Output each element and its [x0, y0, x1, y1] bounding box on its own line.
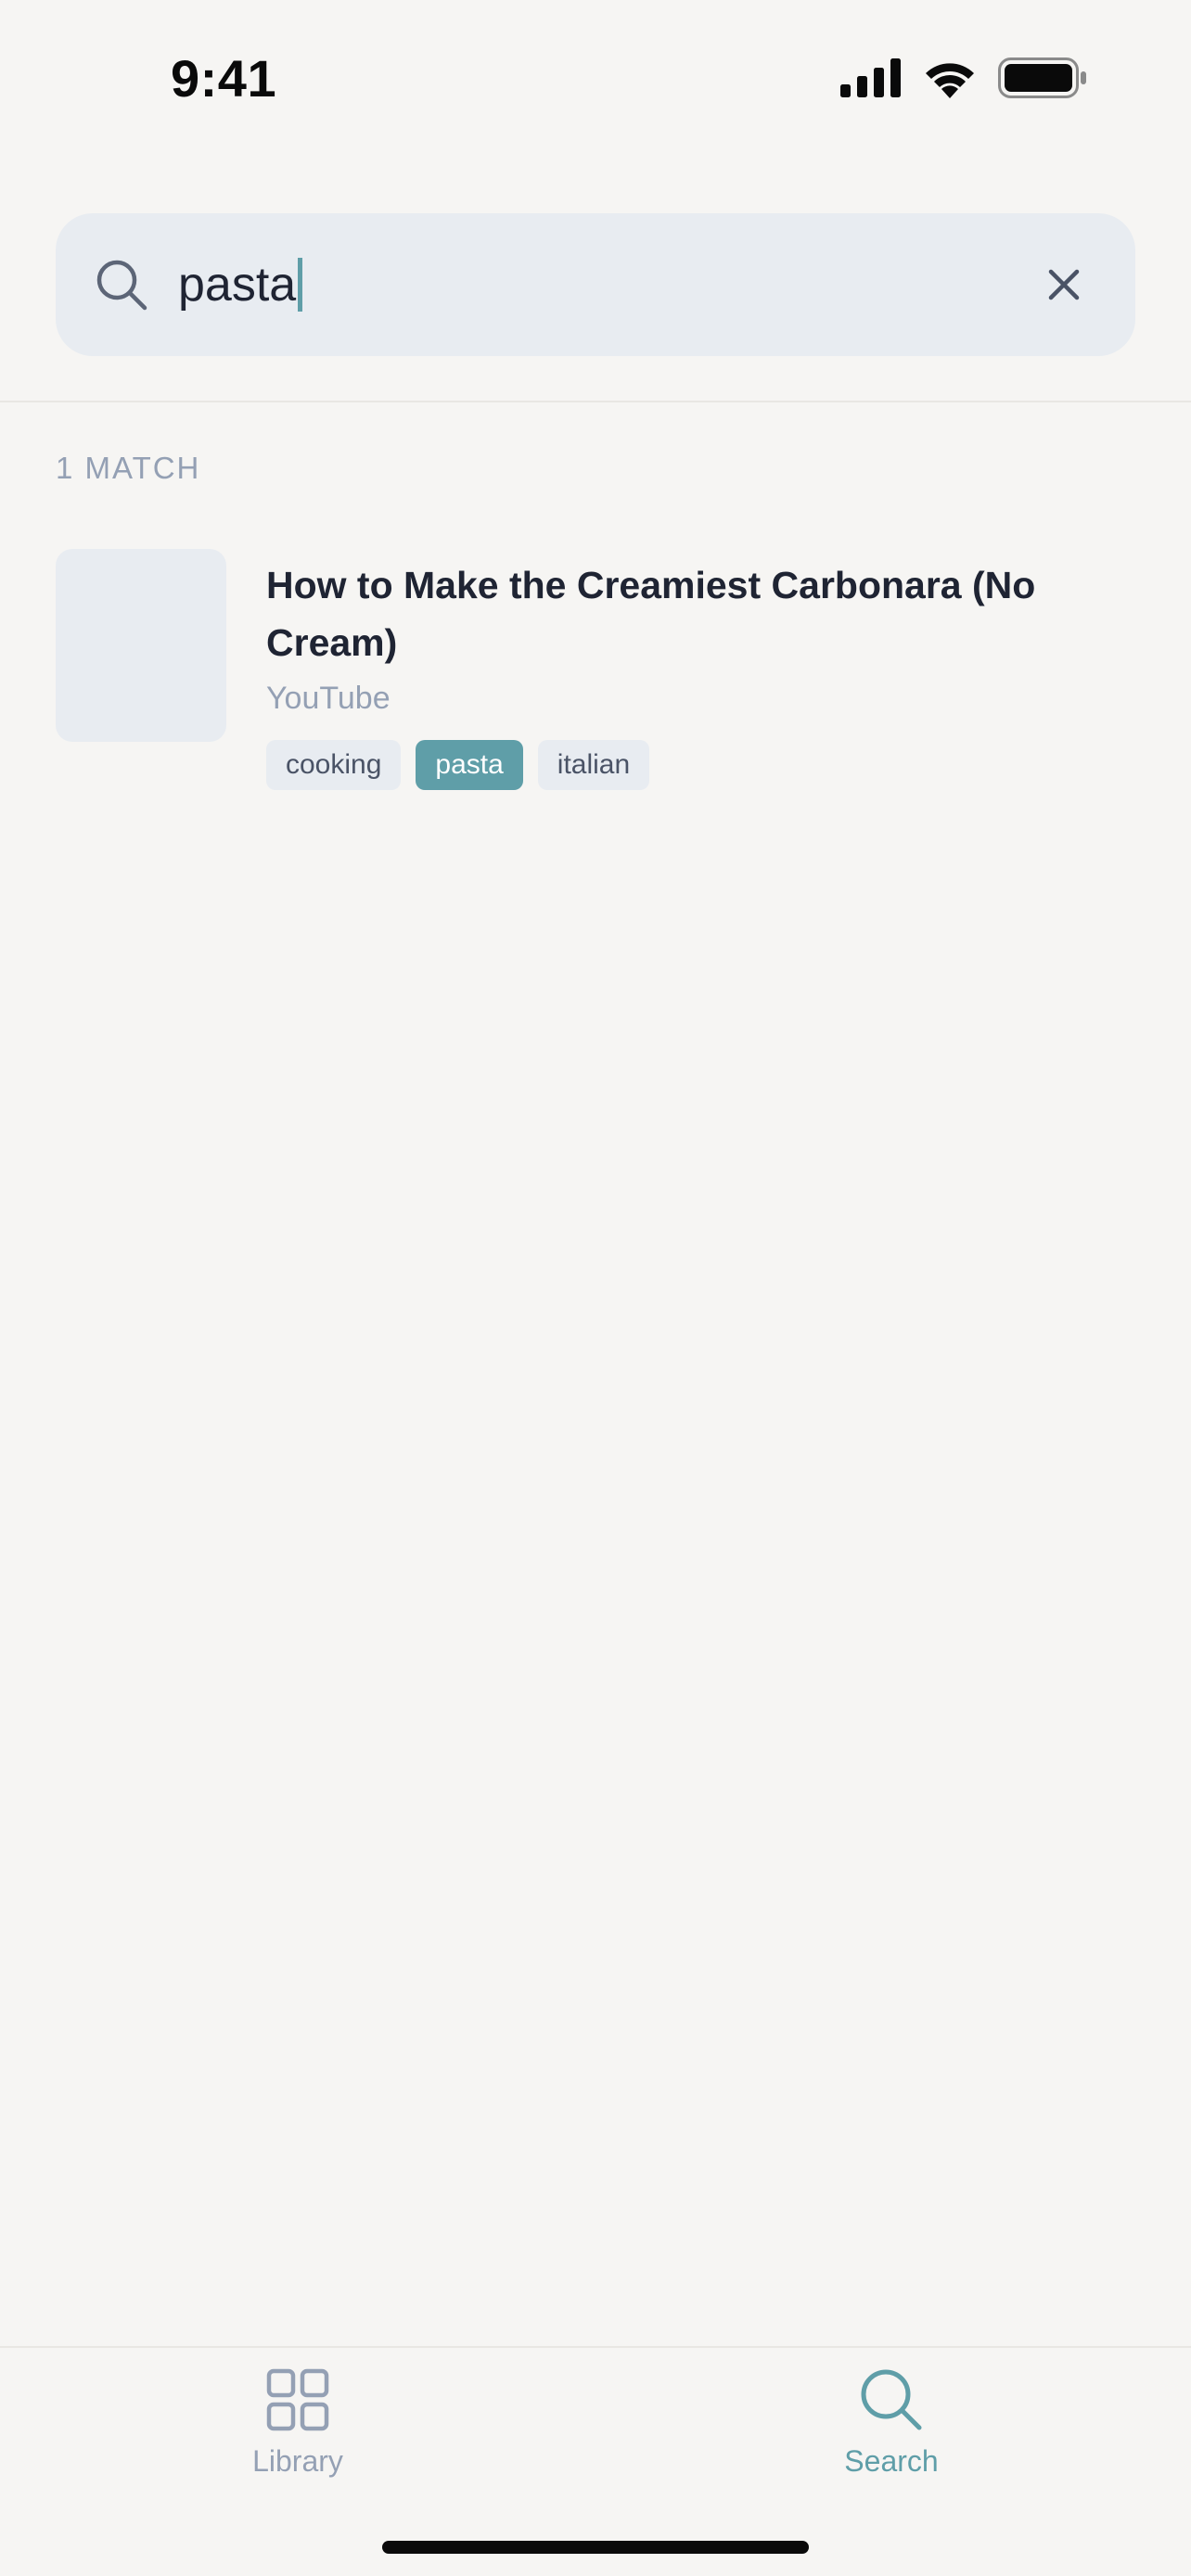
tag-pasta[interactable]: pasta: [416, 740, 523, 790]
result-item[interactable]: How to Make the Creamiest Carbonara (No …: [56, 549, 1135, 799]
status-bar: 9:41: [0, 0, 1191, 148]
result-thumbnail: [56, 549, 226, 742]
wifi-icon: [926, 63, 974, 98]
result-source: YouTube: [266, 681, 391, 716]
tag-cooking[interactable]: cooking: [266, 740, 402, 790]
tag-italian[interactable]: italian: [537, 740, 650, 790]
grid-icon: [266, 2368, 329, 2431]
tab-search[interactable]: Search: [780, 2366, 1003, 2496]
text-caret: [298, 258, 303, 312]
tab-search-label: Search: [844, 2444, 939, 2478]
search-query: pasta: [178, 258, 297, 312]
search-icon: [861, 2369, 922, 2430]
status-time: 9:41: [171, 49, 277, 108]
search-icon: [95, 258, 148, 312]
tab-library-label: Library: [252, 2444, 343, 2478]
status-icons: [840, 57, 1087, 98]
signal-icon: [840, 58, 901, 97]
clear-search-button[interactable]: [1035, 256, 1093, 313]
tab-library[interactable]: Library: [186, 2366, 409, 2496]
divider: [0, 401, 1191, 402]
home-indicator[interactable]: [382, 2541, 809, 2554]
search-screen: 9:41 pasta 1 MATCH How to Make the Cream…: [0, 0, 1191, 2576]
match-count: 1 MATCH: [56, 451, 201, 485]
battery-icon: [998, 57, 1086, 98]
close-icon: [1048, 269, 1080, 300]
tag-list: cooking pasta italian: [266, 740, 650, 790]
search-input[interactable]: pasta: [178, 252, 303, 317]
search-bar[interactable]: pasta: [56, 213, 1135, 356]
result-title: How to Make the Creamiest Carbonara (No …: [266, 564, 1036, 664]
